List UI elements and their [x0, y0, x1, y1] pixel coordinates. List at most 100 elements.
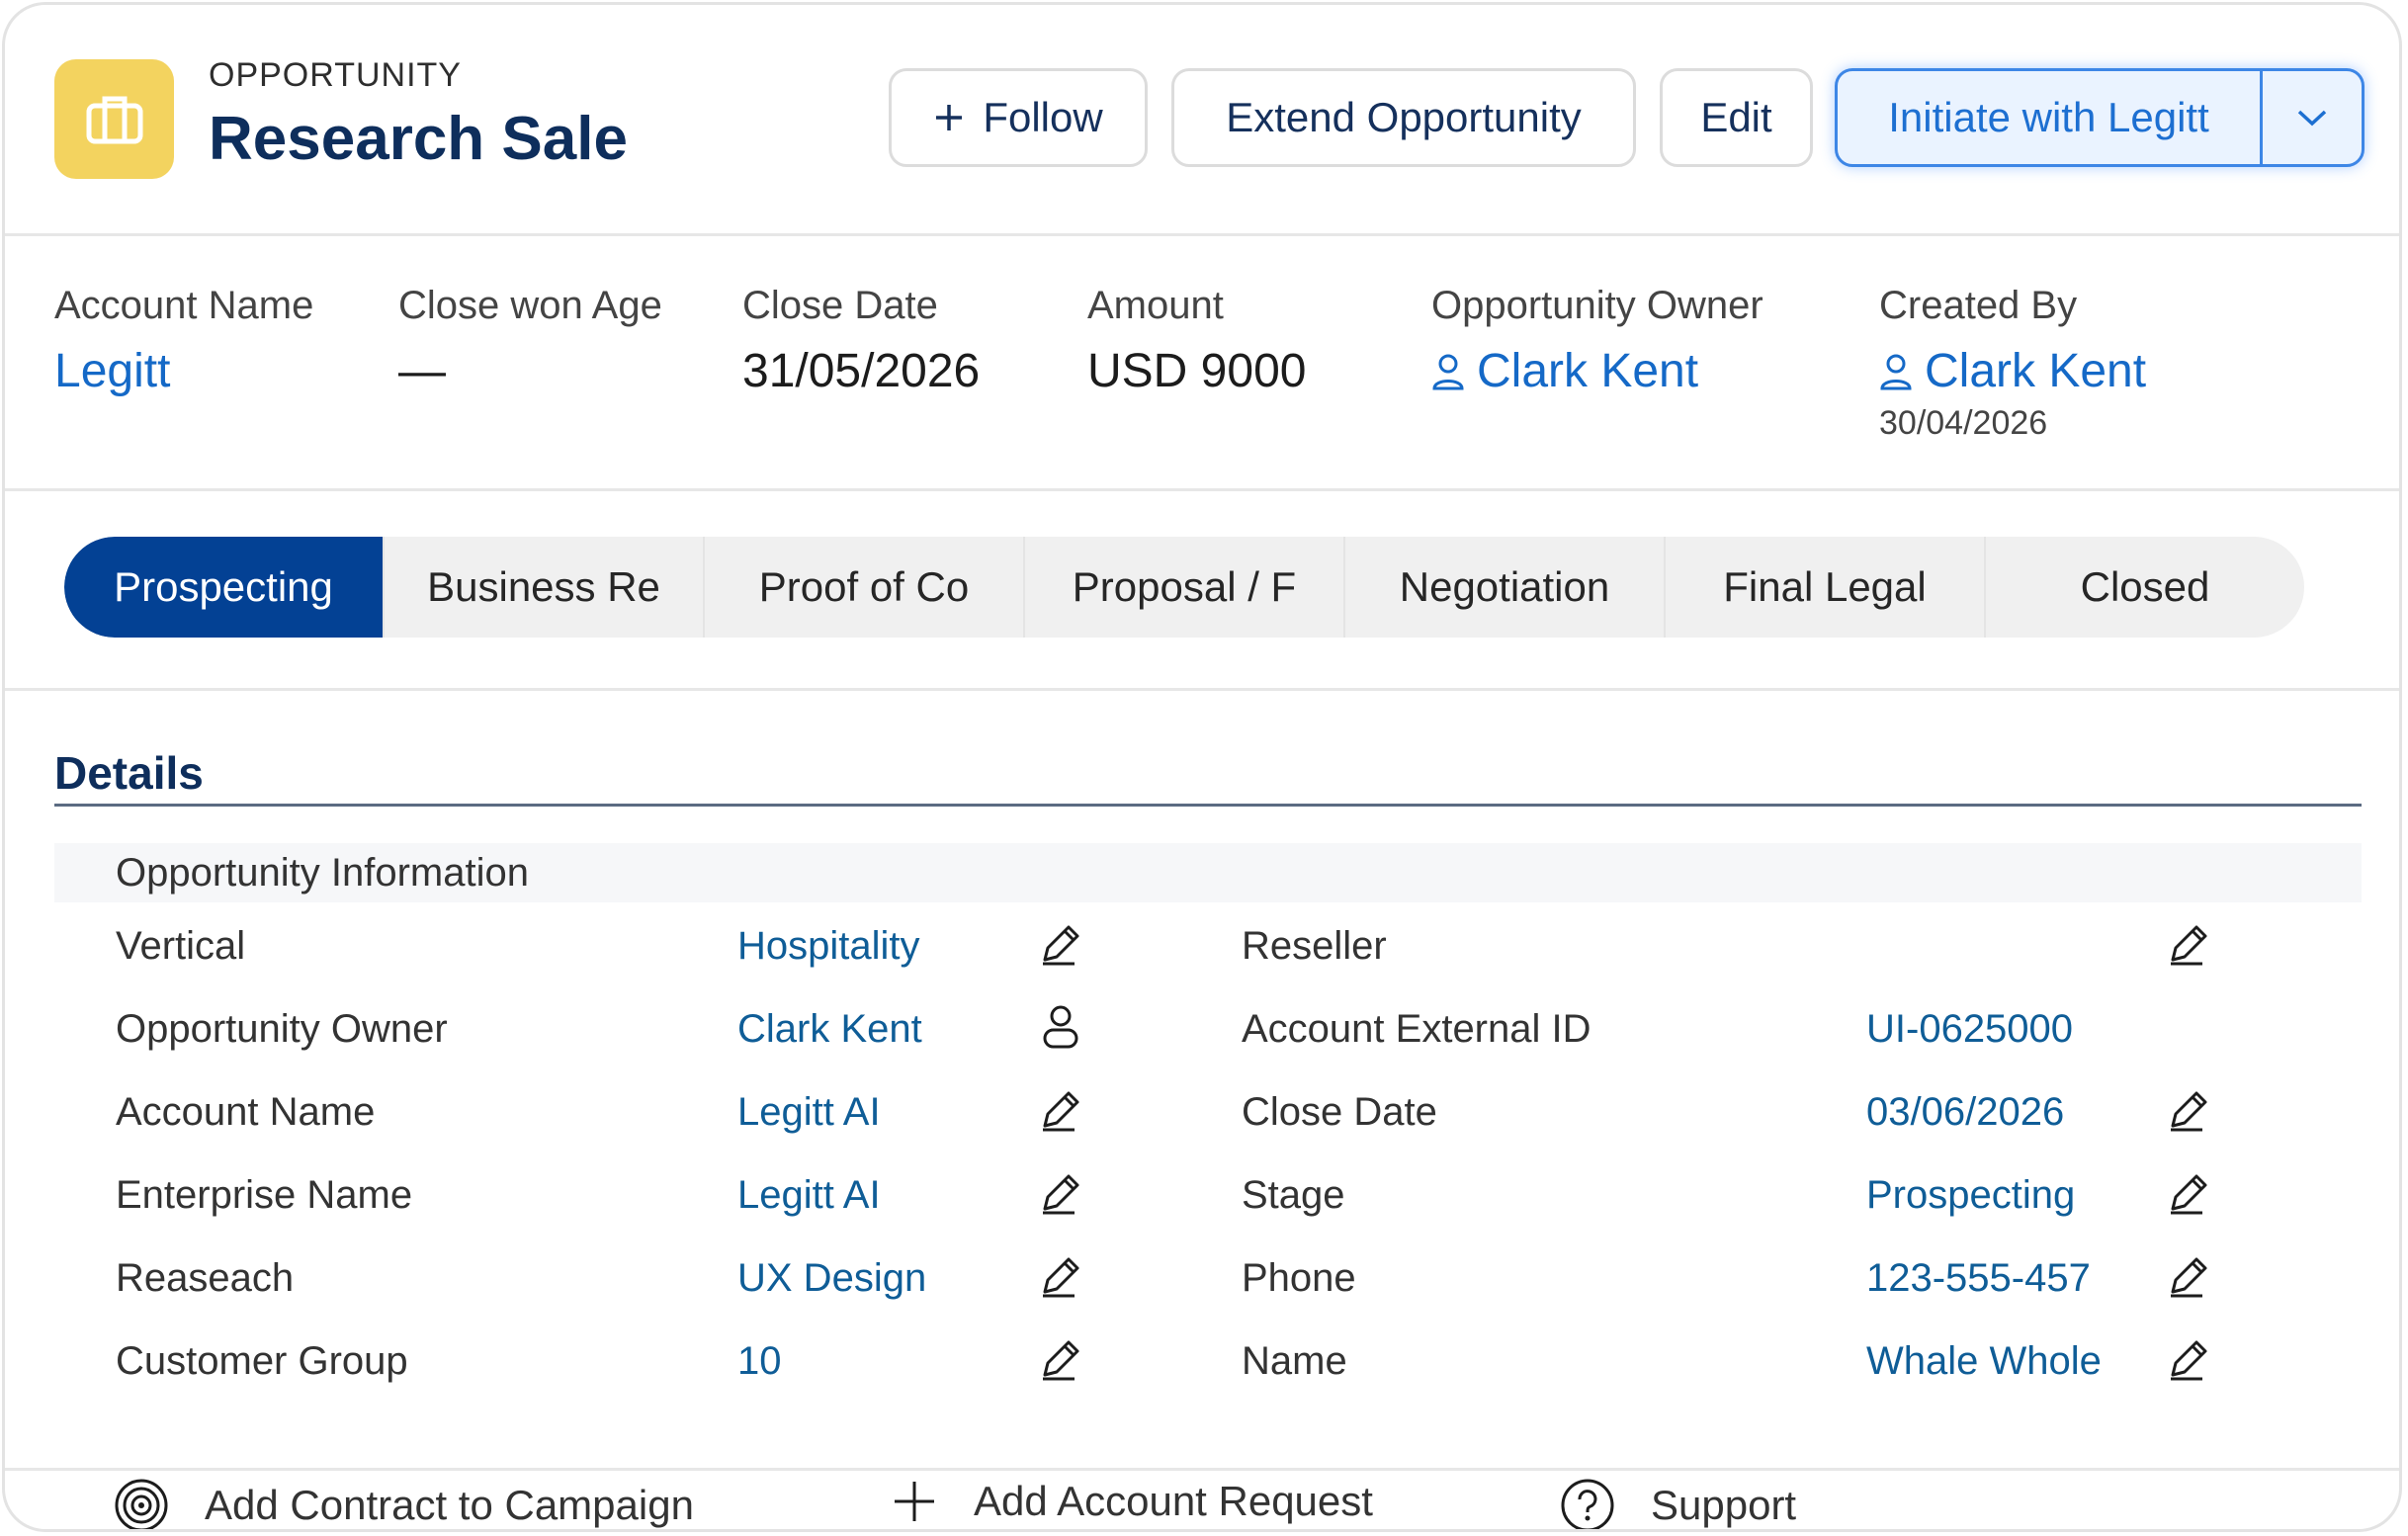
- field-label: Account Name: [116, 1090, 376, 1134]
- field-label: Account External ID: [1242, 1007, 1591, 1051]
- path-step-final-legal[interactable]: Final Legal: [1666, 537, 1986, 638]
- field-label: Vertical: [116, 924, 246, 968]
- pencil-icon[interactable]: [2163, 1250, 2214, 1302]
- highlight-label: Amount: [1087, 284, 1224, 327]
- path-step-proof-of-concept[interactable]: Proof of Co: [705, 537, 1025, 638]
- highlight-opportunity-owner: Opportunity Owner Clark Kent: [1431, 284, 1763, 398]
- chevron-down-icon: [2297, 110, 2327, 127]
- initiate-split-button: Initiate with Legitt: [1835, 68, 2365, 167]
- highlight-account-name: Account Name Legitt: [54, 284, 313, 398]
- pencil-icon[interactable]: [2163, 1167, 2214, 1219]
- field-label: Enterprise Name: [116, 1173, 413, 1217]
- field-label: Close Date: [1242, 1090, 1437, 1134]
- field-value[interactable]: Clark Kent: [737, 1007, 922, 1052]
- follow-button[interactable]: Follow: [889, 68, 1148, 167]
- highlight-value: Legitt: [54, 345, 171, 397]
- field-value[interactable]: 123-555-457: [1866, 1256, 2091, 1301]
- field-label: Stage: [1242, 1173, 1345, 1217]
- footer-action-label: Add Contract to Campaign: [205, 1482, 694, 1528]
- highlight-value: 31/05/2026: [742, 345, 981, 397]
- highlight-value: USD 9000: [1087, 345, 1307, 397]
- account-name-link[interactable]: Legitt: [54, 344, 313, 398]
- pencil-icon[interactable]: [1035, 1084, 1086, 1136]
- highlight-label: Created By: [1879, 284, 2078, 327]
- field-value[interactable]: Legitt AI: [737, 1090, 881, 1135]
- path-step-prospecting[interactable]: Prospecting: [64, 537, 385, 638]
- target-icon: [115, 1479, 168, 1529]
- highlight-value: —: [398, 345, 446, 397]
- path-step-negotiation[interactable]: Negotiation: [1345, 537, 1666, 638]
- follow-button-label: Follow: [983, 94, 1103, 140]
- record-header: OPPORTUNITY Research Sale Follow Extend …: [5, 5, 2399, 236]
- highlight-close-date: Close Date 31/05/2026: [742, 284, 980, 398]
- details-tab-underline: [54, 804, 2362, 807]
- user-icon: [1880, 354, 1912, 389]
- extend-opportunity-button[interactable]: Extend Opportunity: [1171, 68, 1636, 167]
- path-step-closed[interactable]: Closed: [1986, 537, 2304, 638]
- field-label: Opportunity Owner: [116, 1007, 448, 1051]
- field-label: Reseller: [1242, 924, 1387, 968]
- divider: [5, 688, 2399, 691]
- opportunity-owner-link[interactable]: Clark Kent: [1431, 344, 1763, 398]
- edit-button-label: Edit: [1700, 94, 1772, 140]
- pencil-icon[interactable]: [1035, 1250, 1086, 1302]
- highlight-amount: Amount USD 9000: [1087, 284, 1306, 398]
- highlight-value: Clark Kent: [1925, 345, 2147, 397]
- record-page: OPPORTUNITY Research Sale Follow Extend …: [2, 2, 2402, 1532]
- created-date: 30/04/2026: [1879, 404, 2048, 442]
- extend-opportunity-label: Extend Opportunity: [1226, 94, 1582, 140]
- briefcase-icon: [54, 59, 174, 179]
- path-step-business-review[interactable]: Business Re: [385, 537, 705, 638]
- highlight-label: Close won Age: [398, 284, 662, 327]
- pencil-icon[interactable]: [1035, 1333, 1086, 1385]
- field-value[interactable]: UX Design: [737, 1256, 926, 1301]
- field-label: Name: [1242, 1339, 1347, 1383]
- footer-action-label: Support: [1651, 1482, 1797, 1528]
- field-value[interactable]: Whale Whole: [1866, 1339, 2102, 1384]
- person-icon[interactable]: [1035, 1001, 1086, 1053]
- highlight-created-by: Created By Clark Kent 30/04/2026: [1879, 284, 2146, 443]
- more-actions-dropdown[interactable]: [2263, 71, 2362, 164]
- stage-path: Prospecting Business Re Proof of Co Prop…: [64, 537, 2304, 638]
- details-tab-title[interactable]: Details: [54, 746, 204, 800]
- created-by-link[interactable]: Clark Kent: [1879, 344, 2146, 398]
- highlight-label: Account Name: [54, 284, 314, 327]
- initiate-button-label: Initiate with Legitt: [1888, 94, 2209, 140]
- highlight-value-wrap: USD 9000: [1087, 344, 1306, 398]
- field-value[interactable]: Hospitality: [737, 924, 920, 969]
- field-label: Reaseach: [116, 1256, 295, 1300]
- object-type-label: OPPORTUNITY: [209, 56, 462, 94]
- highlight-label: Opportunity Owner: [1431, 284, 1763, 327]
- field-value[interactable]: Prospecting: [1866, 1173, 2075, 1218]
- highlight-close-won-age: Close won Age —: [398, 284, 662, 398]
- field-value[interactable]: 03/06/2026: [1866, 1090, 2064, 1135]
- highlight-value-wrap: —: [398, 344, 662, 398]
- section-header[interactable]: Opportunity Information: [54, 843, 2362, 902]
- initiate-with-legitt-button[interactable]: Initiate with Legitt: [1838, 71, 2263, 164]
- highlight-value: Clark Kent: [1477, 345, 1699, 397]
- edit-button[interactable]: Edit: [1660, 68, 1813, 167]
- field-label: Phone: [1242, 1256, 1356, 1300]
- highlight-value-wrap: 31/05/2026: [742, 344, 980, 398]
- pencil-icon[interactable]: [2163, 918, 2214, 970]
- pencil-icon[interactable]: [1035, 1167, 1086, 1219]
- field-value[interactable]: 10: [737, 1339, 782, 1384]
- plus-icon: [895, 1482, 934, 1521]
- field-value[interactable]: UI-0625000: [1866, 1007, 2073, 1052]
- support-action[interactable]: Support: [1560, 1478, 1797, 1529]
- pencil-icon[interactable]: [2163, 1084, 2214, 1136]
- plus-icon: [936, 105, 963, 130]
- user-icon: [1432, 354, 1464, 389]
- field-value[interactable]: Legitt AI: [737, 1173, 881, 1218]
- add-account-request-action[interactable]: Add Account Request: [891, 1478, 1373, 1525]
- highlight-label: Close Date: [742, 284, 938, 327]
- footer-action-label: Add Account Request: [974, 1478, 1373, 1524]
- pencil-icon[interactable]: [1035, 918, 1086, 970]
- add-contract-to-campaign-action[interactable]: Add Contract to Campaign: [114, 1478, 694, 1529]
- field-label: Customer Group: [116, 1339, 408, 1383]
- divider: [5, 1468, 2399, 1471]
- page-title: Research Sale: [209, 105, 628, 173]
- pencil-icon[interactable]: [2163, 1333, 2214, 1385]
- section-title: Opportunity Information: [116, 850, 529, 895]
- path-step-proposal[interactable]: Proposal / F: [1025, 537, 1345, 638]
